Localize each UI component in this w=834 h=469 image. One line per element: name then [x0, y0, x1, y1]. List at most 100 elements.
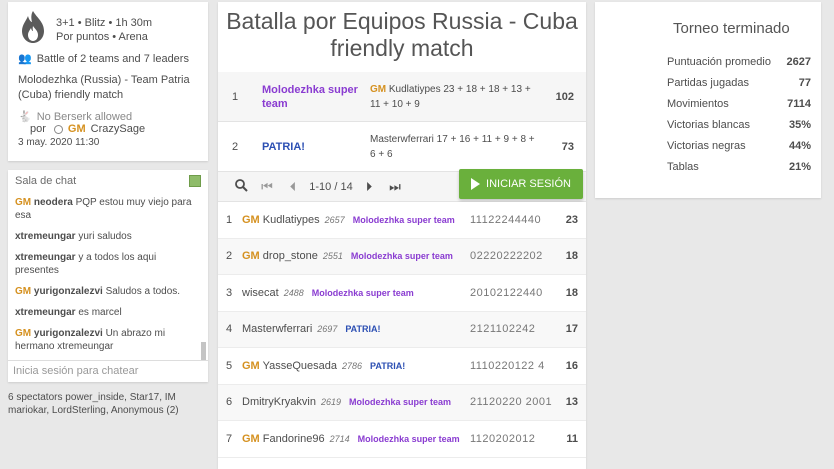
chat-room: Sala de chat GM neodera PQP estou muy vi… [8, 170, 208, 382]
chat-username[interactable]: yurigonzalezvi [34, 286, 103, 297]
player-team[interactable]: Molodezhka super team [349, 397, 451, 407]
chat-message: xtremeungar es marcel [15, 306, 201, 319]
player-name-cell[interactable]: GM Kudlatiypes [242, 214, 320, 226]
chat-toggle-checkbox[interactable] [189, 175, 201, 187]
team-players: GM Kudlatiypes 23 + 18 + 18 + 13 + 11 + … [370, 82, 542, 112]
player-rank: 1 [225, 213, 233, 226]
login-button[interactable]: INICIAR SESIÓN [459, 169, 583, 199]
player-rank: 3 [225, 286, 233, 299]
player-title: GM [242, 250, 260, 263]
player-rating: 2697 [317, 324, 338, 335]
player-row[interactable]: 7 GM Fandorine96 2714 Molodezhka super team… [218, 421, 586, 458]
stat-row: Victorias negras 44% [667, 136, 811, 157]
chat-username[interactable]: xtremeungar [15, 252, 76, 263]
chat-username[interactable]: neodera [34, 197, 73, 208]
player-name[interactable]: Kudlatiypes [263, 214, 320, 226]
team-row[interactable]: 1 Molodezhka super team GM Kudlatiypes 23 … [218, 72, 586, 122]
player-row[interactable]: 1 GM Kudlatiypes 2657 Molodezhka super team… [218, 202, 586, 239]
stat-row: Tablas 21% [667, 157, 811, 178]
player-name[interactable]: YasseQuesada [263, 360, 337, 372]
team-name[interactable]: Molodezhka super team [252, 83, 370, 111]
stat-value: 21% [788, 161, 811, 173]
team-name[interactable]: PATRIA! [252, 140, 370, 154]
player-row[interactable]: 3 wisecat 2488 Molodezhka super team 2010212… [218, 275, 586, 312]
stats-heading: Torneo terminado [673, 20, 790, 37]
player-row[interactable]: 2 GM drop_stone 2551 Molodezhka super team 0… [218, 238, 586, 275]
leader-title: GM [370, 83, 387, 95]
player-name[interactable]: DmitryKryakvin [242, 396, 316, 408]
tournament-stats: Torneo terminado Puntuación promedio 2627… [595, 2, 821, 198]
stat-label: Victorias blancas [667, 119, 750, 131]
chat-input[interactable]: Inicia sesión para chatear [8, 360, 208, 382]
player-name-cell[interactable]: GM drop_stone [242, 250, 318, 262]
next-page-icon[interactable]: ⏵ [356, 179, 382, 195]
player-name[interactable]: wisecat [242, 287, 279, 299]
player-name-cell[interactable]: DmitryKryakvin [242, 396, 316, 408]
player-rank: 4 [225, 323, 233, 336]
author-link[interactable]: CrazySage [91, 123, 145, 135]
chat-text: es marcel [78, 307, 122, 318]
team-players: Masterwferrari 17 + 16 + 11 + 9 + 8 + 6 … [370, 132, 542, 162]
team-score: 102 [555, 90, 574, 103]
scoring-mode: Por puntos • Arena [56, 31, 148, 43]
player-row[interactable]: 5 GM YasseQuesada 2786 PATRIA! 1110220122 4 1… [218, 348, 586, 385]
player-score: 18 [565, 286, 578, 299]
chat-scrollbar[interactable] [201, 342, 206, 360]
player-rank: 7 [225, 432, 233, 445]
team-row[interactable]: 2 PATRIA! Masterwferrari 17 + 16 + 11 + 9 … [218, 122, 586, 172]
chat-header: Sala de chat [8, 170, 208, 192]
chat-username[interactable]: xtremeungar [15, 307, 76, 318]
player-name-cell[interactable]: GM YasseQuesada [242, 360, 337, 372]
stat-row: Movimientos 7114 [667, 94, 811, 115]
player-title: GM [242, 359, 260, 372]
player-name[interactable]: drop_stone [263, 250, 318, 262]
flame-icon [22, 11, 44, 43]
first-page-icon[interactable]: ⏮ [254, 179, 280, 195]
player-team[interactable]: Molodezhka super team [358, 434, 460, 444]
chat-text: yuri saludos [78, 231, 132, 242]
player-name[interactable]: Masterwferrari [242, 323, 312, 335]
player-team[interactable]: Molodezhka super team [312, 288, 414, 298]
player-row[interactable]: 4 Masterwferrari 2697 PATRIA! 2121102242 17 [218, 311, 586, 348]
spectators-list: 6 spectators power_inside, Star17, IM ma… [8, 392, 179, 416]
player-name-cell[interactable]: Masterwferrari [242, 323, 312, 335]
player-title: GM [242, 213, 260, 226]
player-sheet: 02220222202 [470, 250, 543, 263]
player-rating: 2657 [324, 214, 345, 225]
stat-label: Puntuación promedio [667, 56, 771, 68]
stat-value: 77 [798, 77, 811, 89]
chat-message: GM yurigonzalezvi Saludos a todos. [15, 285, 201, 298]
stat-value: 35% [788, 119, 811, 131]
player-sheet: 2121102242 [470, 323, 536, 336]
player-rating: 2551 [322, 251, 343, 262]
player-rating: 2714 [329, 433, 350, 444]
info-header: 3+1 • Blitz • 1h 30m Por puntos • Arena [18, 10, 198, 44]
player-rating: 2619 [320, 397, 341, 408]
player-row[interactable]: 6 DmitryKryakvin 2619 Molodezhka super team… [218, 384, 586, 421]
offline-dot-icon [53, 124, 63, 134]
player-team[interactable]: PATRIA! [370, 361, 405, 371]
last-page-icon[interactable]: ⏭ [382, 179, 408, 195]
team-player-scores: Kudlatiypes 23 + 18 + 18 + 13 + 11 + 10 … [370, 83, 531, 110]
player-rank: 2 [225, 250, 233, 263]
chat-username[interactable]: yurigonzalezvi [34, 328, 103, 339]
author-line: por GM CrazySage [30, 123, 146, 135]
player-score: 23 [565, 213, 578, 226]
rabbit-icon: 🐇 [18, 111, 32, 123]
team-rank: 2 [231, 140, 239, 153]
player-team[interactable]: Molodezhka super team [353, 215, 455, 225]
player-standings: 1 GM Kudlatiypes 2657 Molodezhka super team… [218, 202, 586, 458]
stat-row: Victorias blancas 35% [667, 115, 811, 136]
player-name-cell[interactable]: GM Fandorine96 [242, 433, 325, 445]
team-score: 73 [561, 140, 574, 153]
player-name[interactable]: Fandorine96 [263, 433, 325, 445]
player-team[interactable]: PATRIA! [345, 324, 380, 334]
chat-username[interactable]: xtremeungar [15, 231, 76, 242]
tournament-date: 3 may. 2020 11:30 [18, 137, 100, 148]
prev-page-icon[interactable]: ⏴ [280, 179, 306, 195]
page-range: 1-10 / 14 [309, 180, 353, 193]
player-team[interactable]: Molodezhka super team [351, 251, 453, 261]
search-icon[interactable] [228, 178, 254, 195]
player-name-cell[interactable]: wisecat [242, 287, 279, 299]
player-score: 13 [565, 396, 578, 409]
